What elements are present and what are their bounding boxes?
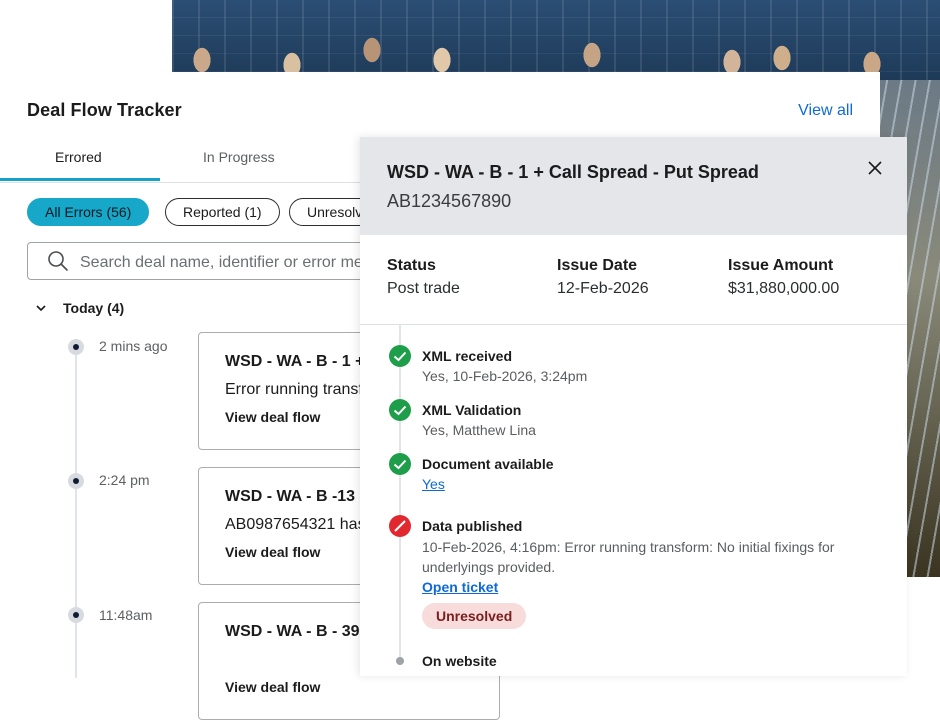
view-deal-flow-link[interactable]: View deal flow bbox=[225, 544, 320, 560]
meta-status-value: Post trade bbox=[387, 280, 460, 297]
filter-reported[interactable]: Reported (1) bbox=[165, 198, 280, 226]
error-circle-icon bbox=[389, 515, 411, 537]
detail-header: WSD - WA - B - 1 + Call Spread - Put Spr… bbox=[360, 137, 907, 235]
open-ticket-link[interactable]: Open ticket bbox=[422, 579, 498, 595]
step-title: Document available bbox=[422, 456, 554, 472]
view-deal-flow-link[interactable]: View deal flow bbox=[225, 409, 320, 425]
check-circle-icon bbox=[389, 453, 411, 475]
step-title: Data published bbox=[422, 518, 523, 534]
item-time: 11:48am bbox=[99, 607, 153, 623]
deal-card-subtitle: AB0987654321 has bbox=[225, 516, 366, 533]
document-link[interactable]: Yes bbox=[422, 476, 445, 492]
timeline-line bbox=[75, 348, 77, 678]
meta-issue-date-value: 12-Feb-2026 bbox=[557, 280, 649, 297]
timeline-dot bbox=[68, 607, 84, 623]
steps-line bbox=[399, 325, 401, 665]
active-tab-indicator bbox=[0, 178, 160, 181]
tab-errored[interactable]: Errored bbox=[55, 149, 102, 165]
crowd-image bbox=[172, 20, 940, 80]
view-deal-flow-link[interactable]: View deal flow bbox=[225, 679, 320, 695]
tab-bar: Errored In Progress bbox=[0, 136, 360, 183]
item-time: 2:24 pm bbox=[99, 472, 150, 488]
step-text: Yes, 10-Feb-2026, 3:24pm bbox=[422, 368, 588, 384]
meta-issue-amount-label: Issue Amount bbox=[728, 257, 834, 274]
filter-all-errors[interactable]: All Errors (56) bbox=[27, 198, 150, 226]
step-text: 10-Feb-2026, 4:16pm: Error running trans… bbox=[422, 539, 835, 575]
meta-issue-date-label: Issue Date bbox=[557, 257, 638, 274]
search-icon bbox=[48, 251, 68, 271]
close-icon[interactable] bbox=[866, 159, 884, 177]
deal-card-title: WSD - WA - B - 39 bbox=[225, 623, 360, 640]
divider bbox=[360, 324, 907, 325]
detail-title: WSD - WA - B - 1 + Call Spread - Put Spr… bbox=[387, 162, 759, 182]
step-title: On website bbox=[422, 653, 497, 669]
timeline-dot bbox=[68, 339, 84, 355]
timeline-dot bbox=[68, 473, 84, 489]
check-circle-icon bbox=[389, 345, 411, 367]
deal-card-title: WSD - WA - B -13 bbox=[225, 488, 356, 505]
step-title: XML received bbox=[422, 348, 513, 364]
meta-issue-amount-value: $31,880,000.00 bbox=[728, 280, 840, 297]
chevron-down-icon bbox=[36, 305, 46, 312]
status-badge: Unresolved bbox=[422, 603, 527, 629]
detail-identifier: AB1234567890 bbox=[387, 191, 512, 211]
view-all-link[interactable]: View all bbox=[798, 102, 853, 120]
step-title: XML Validation bbox=[422, 402, 522, 418]
step-text: Yes, Matthew Lina bbox=[422, 422, 536, 438]
deal-detail-panel: WSD - WA - B - 1 + Call Spread - Put Spr… bbox=[360, 137, 907, 676]
pending-dot-icon bbox=[396, 657, 404, 665]
item-time: 2 mins ago bbox=[99, 338, 168, 354]
tab-in-progress[interactable]: In Progress bbox=[203, 149, 275, 165]
meta-status-label: Status bbox=[387, 257, 436, 274]
group-label: Today (4) bbox=[63, 300, 125, 316]
check-circle-icon bbox=[389, 399, 411, 421]
page-title: Deal Flow Tracker bbox=[27, 100, 182, 120]
